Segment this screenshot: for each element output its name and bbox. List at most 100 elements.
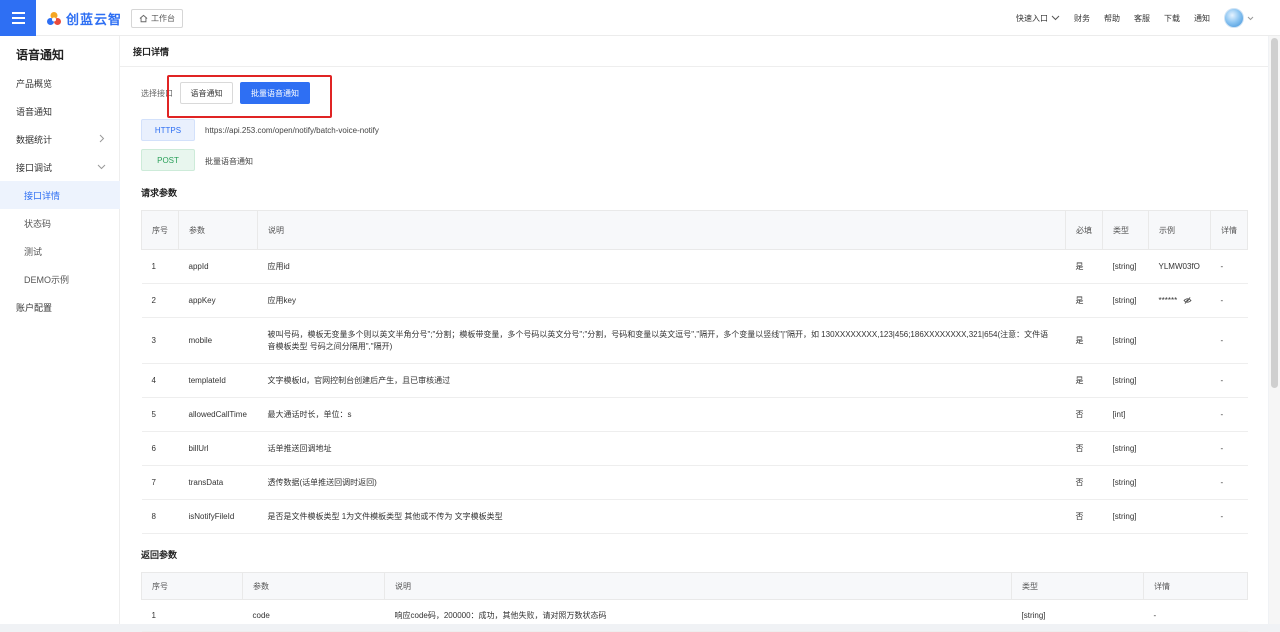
cell-example: [1148, 317, 1211, 364]
table-header-row: 序号 参数 说明 类型 详情: [141, 572, 1248, 600]
cell-param: transData: [178, 465, 258, 500]
table-row: 7 transData 透传数据(话单推送回调时返回) 否 [string] -: [141, 465, 1248, 500]
cell-required: 否: [1065, 465, 1103, 500]
cell-required: 否: [1065, 431, 1103, 466]
cell-no: 4: [141, 363, 179, 398]
nav-service[interactable]: 客服: [1134, 13, 1150, 24]
cell-desc: 透传数据(话单推送回调时返回): [257, 465, 1066, 500]
table-row: 1 appId 应用id 是 [string] YLMW03fO -: [141, 249, 1248, 284]
eye-off-icon[interactable]: [1183, 297, 1192, 304]
cell-type: [string]: [1102, 363, 1149, 398]
logo-icon: [47, 11, 61, 25]
nav-download[interactable]: 下载: [1164, 13, 1180, 24]
cell-required: 是: [1065, 283, 1103, 318]
table-header-row: 序号 参数 说明 必填 类型 示例 详情: [141, 210, 1248, 250]
sidebar-item-label: DEMO示例: [24, 274, 70, 285]
hamburger-menu-button[interactable]: [0, 0, 36, 36]
table-row: 1 code 响应code码，200000：成功，其他失败，请对照万数状态码 […: [141, 599, 1248, 632]
response-params-table: 序号 参数 说明 类型 详情 1 code 响应code码，200000：成功，…: [141, 572, 1248, 632]
avatar[interactable]: [1224, 8, 1244, 28]
cell-required: 是: [1065, 317, 1103, 364]
scrollbar-thumb[interactable]: [1271, 38, 1278, 388]
column-header-desc: 说明: [257, 210, 1066, 250]
column-header-example: 示例: [1148, 210, 1211, 250]
sidebar-item-status-code[interactable]: 状态码: [0, 209, 120, 237]
home-icon: [139, 14, 148, 23]
cell-type: [string]: [1102, 249, 1149, 284]
cell-no: 2: [141, 283, 179, 318]
cell-detail: -: [1210, 499, 1248, 534]
page-title: 接口详情: [120, 36, 1268, 67]
cell-example: ******: [1148, 283, 1211, 318]
table-row: 8 isNotifyFileId 是否是文件模板类型 1为文件模板类型 其他或不…: [141, 499, 1248, 534]
workspace-button[interactable]: 工作台: [131, 9, 183, 28]
cell-no: 7: [141, 465, 179, 500]
cell-desc: 应用id: [257, 249, 1066, 284]
logo-text: 创蓝云智: [66, 12, 123, 27]
cell-param: code: [242, 599, 385, 632]
sidebar-item-overview[interactable]: 产品概览: [0, 69, 120, 97]
sidebar-item-label: 接口调试: [16, 162, 53, 173]
cell-type: [string]: [1102, 431, 1149, 466]
brand-logo[interactable]: 创蓝云智: [46, 9, 122, 28]
post-badge: POST: [141, 149, 195, 171]
method-description: 批量语音通知: [205, 157, 253, 166]
sidebar-item-demo[interactable]: DEMO示例: [0, 265, 120, 293]
cell-param: appKey: [178, 283, 258, 318]
table-row: 6 billUrl 话单推送回调地址 否 [string] -: [141, 431, 1248, 466]
sidebar-item-label: 语音通知: [16, 106, 53, 117]
cell-example: [1148, 397, 1211, 432]
main-content: 接口详情 选择接口 语音通知 批量语音通知 HTTPS https://api.…: [120, 36, 1268, 632]
chevron-down-icon: [97, 164, 106, 170]
column-header-no: 序号: [141, 210, 179, 250]
cell-desc: 文字模板Id，官网控制台创建后产生，且已审核通过: [257, 363, 1066, 398]
cell-param: allowedCallTime: [178, 397, 258, 432]
sidebar-item-label: 测试: [24, 246, 43, 257]
nav-notice[interactable]: 通知: [1194, 13, 1210, 24]
sidebar-item-voice-notify[interactable]: 语音通知: [0, 97, 120, 125]
quick-entry-dropdown[interactable]: 快速入口: [1016, 13, 1060, 24]
top-nav: 快速入口 财务 帮助 客服 下载 通知: [1016, 0, 1254, 36]
cell-desc: 话单推送回调地址: [257, 431, 1066, 466]
sidebar-item-test[interactable]: 测试: [0, 237, 120, 265]
sidebar-item-statistics[interactable]: 数据统计: [0, 125, 120, 153]
cell-param: billUrl: [178, 431, 258, 466]
cell-type: [string]: [1102, 317, 1149, 364]
sidebar-item-label: 账户配置: [16, 302, 53, 313]
nav-finance[interactable]: 财务: [1074, 13, 1090, 24]
user-menu[interactable]: [1224, 8, 1254, 28]
column-header-no: 序号: [141, 572, 243, 600]
column-header-param: 参数: [242, 572, 385, 600]
cell-no: 3: [141, 317, 179, 364]
column-header-required: 必填: [1065, 210, 1103, 250]
cell-detail: -: [1210, 249, 1248, 284]
sidebar-item-api-debug[interactable]: 接口调试: [0, 153, 120, 181]
request-params-table: 序号 参数 说明 必填 类型 示例 详情 1 appId 应用id 是 [str…: [141, 210, 1248, 534]
page-scrollbar[interactable]: [1269, 36, 1280, 624]
sidebar-item-api-detail[interactable]: 接口详情: [0, 181, 120, 209]
column-header-detail: 详情: [1210, 210, 1248, 250]
table-row: 4 templateId 文字模板Id，官网控制台创建后产生，且已审核通过 是 …: [141, 363, 1248, 398]
cell-no: 1: [141, 249, 179, 284]
column-header-type: 类型: [1011, 572, 1144, 600]
cell-detail: -: [1210, 431, 1248, 466]
sidebar-item-label: 数据统计: [16, 134, 53, 145]
chevron-down-icon: [1051, 15, 1060, 21]
workspace-label: 工作台: [151, 14, 175, 23]
cell-param: isNotifyFileId: [178, 499, 258, 534]
cell-detail: -: [1210, 465, 1248, 500]
request-params-title: 请求参数: [141, 188, 178, 198]
sidebar-item-account-config[interactable]: 账户配置: [0, 293, 120, 321]
sidebar-item-label: 状态码: [24, 218, 52, 229]
cell-example: [1148, 465, 1211, 500]
cell-detail: -: [1210, 283, 1248, 318]
response-params-title: 返回参数: [141, 550, 178, 560]
sidebar-item-label: 产品概览: [16, 78, 53, 89]
cell-desc: 最大通话时长，单位：s: [257, 397, 1066, 432]
cell-example: [1148, 431, 1211, 466]
cell-type: [string]: [1102, 499, 1149, 534]
cell-example: [1148, 363, 1211, 398]
nav-help[interactable]: 帮助: [1104, 13, 1120, 24]
cell-required: 是: [1065, 363, 1103, 398]
sidebar-title: 语音通知: [16, 48, 65, 62]
